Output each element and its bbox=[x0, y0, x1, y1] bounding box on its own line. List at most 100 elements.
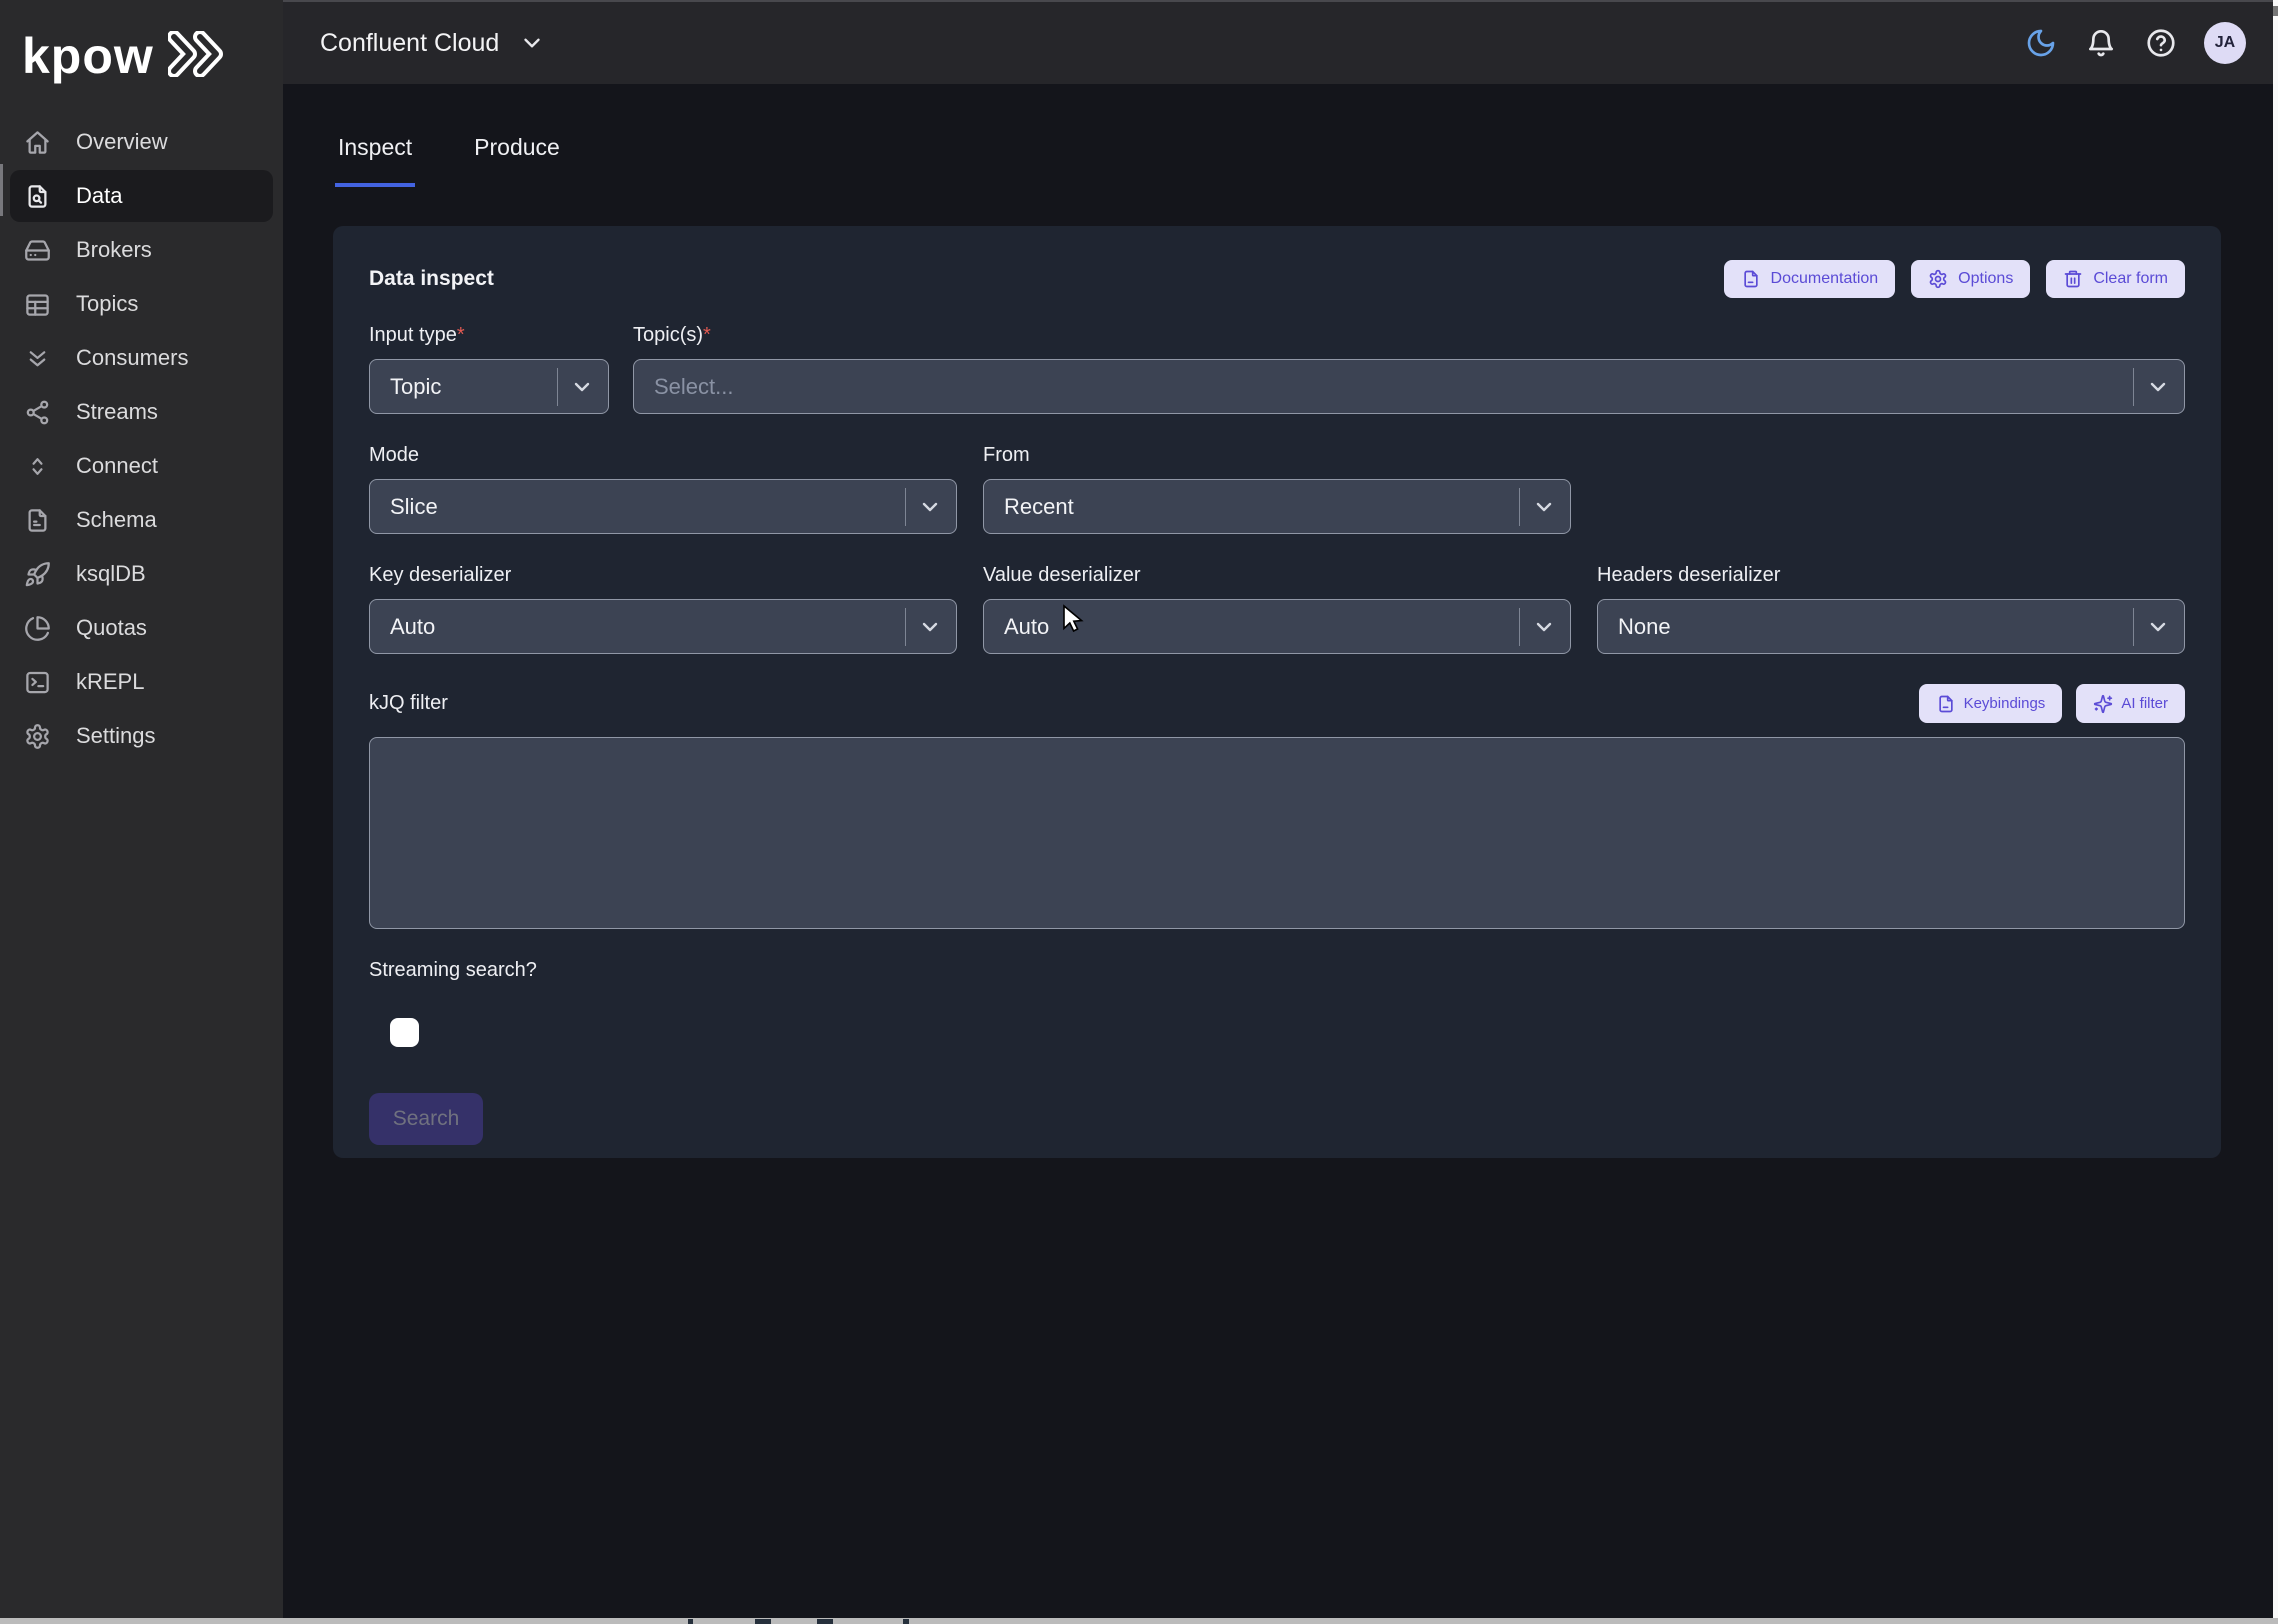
window-scrollbar[interactable] bbox=[2273, 0, 2278, 1624]
sidebar-item-overview[interactable]: Overview bbox=[10, 116, 273, 168]
topics-select[interactable]: Select... bbox=[633, 359, 2185, 414]
table-icon bbox=[24, 291, 51, 318]
panel-title: Data inspect bbox=[369, 267, 494, 291]
headers-deserializer-label: Headers deserializer bbox=[1597, 564, 2185, 587]
streaming-search-checkbox[interactable] bbox=[390, 1018, 419, 1047]
app-window: kpow Overview Data Br bbox=[0, 0, 2278, 1624]
documentation-label: Documentation bbox=[1771, 270, 1879, 288]
keybindings-label: Keybindings bbox=[1964, 695, 2046, 712]
sidebar-item-connect[interactable]: Connect bbox=[10, 440, 273, 492]
search-button[interactable]: Search bbox=[369, 1093, 483, 1145]
home-icon bbox=[24, 129, 51, 156]
ai-filter-label: AI filter bbox=[2121, 695, 2168, 712]
hard-drive-icon bbox=[24, 237, 51, 264]
sidebar-item-label: ksqlDB bbox=[76, 561, 146, 587]
tab-inspect[interactable]: Inspect bbox=[335, 134, 415, 187]
terminal-icon bbox=[24, 669, 51, 696]
from-label: From bbox=[983, 444, 1571, 467]
help-button[interactable] bbox=[2144, 26, 2178, 60]
sidebar-item-ksqldb[interactable]: ksqlDB bbox=[10, 548, 273, 600]
sidebar-item-label: Brokers bbox=[76, 237, 152, 263]
user-avatar[interactable]: JA bbox=[2204, 22, 2246, 64]
streaming-search-label: Streaming search? bbox=[369, 959, 2185, 982]
logo-chevrons-icon bbox=[168, 31, 232, 82]
select-divider bbox=[905, 608, 907, 646]
select-divider bbox=[2133, 368, 2135, 406]
sidebar-item-label: Connect bbox=[76, 453, 158, 479]
pie-chart-icon bbox=[24, 615, 51, 642]
required-marker: * bbox=[457, 324, 465, 346]
input-type-value: Topic bbox=[390, 374, 557, 400]
taskbar-edge-mark bbox=[755, 1619, 771, 1624]
sidebar-item-label: Data bbox=[76, 183, 122, 209]
keybindings-button[interactable]: Keybindings bbox=[1919, 684, 2063, 723]
scrollbar-tick bbox=[2273, 6, 2278, 16]
options-label: Options bbox=[1958, 270, 2013, 288]
sidebar-item-krepl[interactable]: kREPL bbox=[10, 656, 273, 708]
kjq-filter-textarea[interactable] bbox=[369, 737, 2185, 929]
file-search-icon bbox=[24, 183, 51, 210]
chevrons-up-down-icon bbox=[24, 453, 51, 480]
document-icon bbox=[1741, 269, 1761, 289]
required-marker: * bbox=[703, 324, 711, 346]
document-icon bbox=[1936, 694, 1956, 714]
chevron-down-icon bbox=[1532, 615, 1556, 639]
clear-form-button[interactable]: Clear form bbox=[2046, 260, 2185, 298]
sidebar-item-label: kREPL bbox=[76, 669, 144, 695]
sidebar-item-data[interactable]: Data bbox=[10, 170, 273, 222]
input-type-select[interactable]: Topic bbox=[369, 359, 609, 414]
taskbar-edge-mark bbox=[688, 1619, 693, 1624]
chevron-down-icon bbox=[918, 495, 942, 519]
kpow-logo[interactable]: kpow bbox=[0, 0, 283, 86]
sidebar-item-schema[interactable]: Schema bbox=[10, 494, 273, 546]
mode-select[interactable]: Slice bbox=[369, 479, 957, 534]
trash-icon bbox=[2063, 269, 2083, 289]
sidebar: kpow Overview Data Br bbox=[0, 0, 283, 1618]
dark-mode-toggle[interactable] bbox=[2024, 26, 2058, 60]
sidebar-item-topics[interactable]: Topics bbox=[10, 278, 273, 330]
options-button[interactable]: Options bbox=[1911, 260, 2030, 298]
sidebar-item-label: Quotas bbox=[76, 615, 147, 641]
topbar: Confluent Cloud JA bbox=[283, 0, 2278, 84]
main-content: Inspect Produce Data inspect Documentati… bbox=[283, 84, 2278, 1618]
taskbar-edge bbox=[0, 1618, 2278, 1624]
key-deserializer-select[interactable]: Auto bbox=[369, 599, 957, 654]
sidebar-item-label: Streams bbox=[76, 399, 158, 425]
from-select[interactable]: Recent bbox=[983, 479, 1571, 534]
select-divider bbox=[905, 488, 907, 526]
chevron-down-icon bbox=[2146, 615, 2170, 639]
headers-deserializer-select[interactable]: None bbox=[1597, 599, 2185, 654]
taskbar-edge-mark bbox=[817, 1619, 833, 1624]
sidebar-item-label: Overview bbox=[76, 129, 168, 155]
file-text-icon bbox=[24, 507, 51, 534]
key-deserializer-label: Key deserializer bbox=[369, 564, 957, 587]
sidebar-scroll-indicator bbox=[0, 164, 3, 216]
tab-produce[interactable]: Produce bbox=[471, 134, 563, 187]
chevron-down-icon bbox=[2146, 375, 2170, 399]
logo-text: kpow bbox=[22, 31, 154, 81]
sidebar-nav: Overview Data Brokers Topics Consumers S… bbox=[0, 116, 283, 762]
sidebar-item-streams[interactable]: Streams bbox=[10, 386, 273, 438]
mode-label: Mode bbox=[369, 444, 957, 467]
select-divider bbox=[557, 368, 559, 406]
ai-filter-button[interactable]: AI filter bbox=[2076, 684, 2185, 723]
value-deserializer-select[interactable]: Auto bbox=[983, 599, 1571, 654]
sidebar-item-label: Consumers bbox=[76, 345, 188, 371]
from-value: Recent bbox=[1004, 494, 1519, 520]
key-deserializer-value: Auto bbox=[390, 614, 905, 640]
sidebar-item-brokers[interactable]: Brokers bbox=[10, 224, 273, 276]
notifications-button[interactable] bbox=[2084, 26, 2118, 60]
chevrons-down-icon bbox=[24, 345, 51, 372]
sidebar-item-consumers[interactable]: Consumers bbox=[10, 332, 273, 384]
help-circle-icon bbox=[2145, 27, 2177, 59]
chevron-down-icon bbox=[570, 375, 594, 399]
cluster-selector[interactable]: Confluent Cloud bbox=[320, 29, 545, 58]
select-divider bbox=[2133, 608, 2135, 646]
moon-icon bbox=[2025, 27, 2057, 59]
documentation-button[interactable]: Documentation bbox=[1724, 260, 1896, 298]
input-type-label: Input type* bbox=[369, 324, 609, 347]
headers-deserializer-value: None bbox=[1618, 614, 2133, 640]
sidebar-item-settings[interactable]: Settings bbox=[10, 710, 273, 762]
sidebar-item-quotas[interactable]: Quotas bbox=[10, 602, 273, 654]
chevron-down-icon bbox=[1532, 495, 1556, 519]
